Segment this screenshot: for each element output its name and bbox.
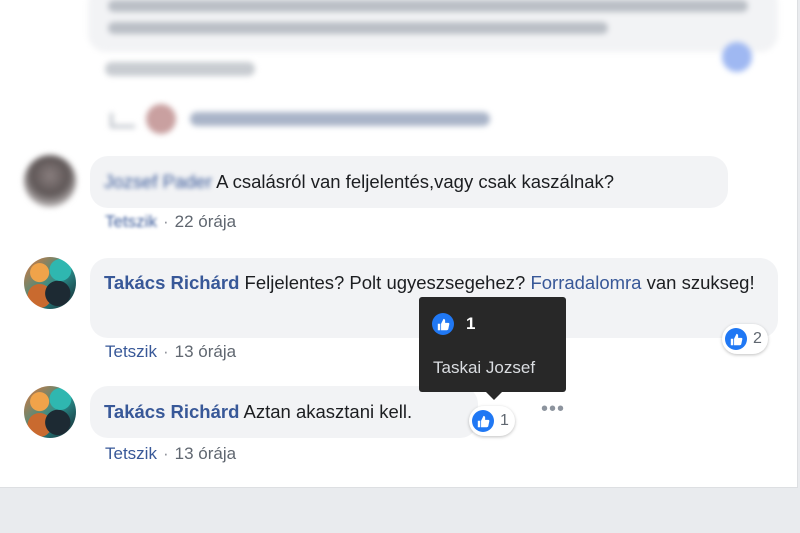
reaction-count-badge[interactable]: 1	[469, 406, 515, 436]
thumbs-up-icon	[725, 328, 747, 350]
comment-author[interactable]: Takács Richárd	[104, 401, 239, 422]
comment-bubble: Takács Richárd Aztan akasztani kell.	[90, 386, 478, 438]
previous-comment-meta	[105, 62, 255, 76]
comment-link[interactable]: Forradalomra	[530, 272, 641, 293]
more-options-icon[interactable]: •••	[541, 398, 565, 421]
comment-bubble: Jozsef Pader A csalásról van feljelentés…	[90, 156, 728, 208]
previous-replies-link	[110, 104, 490, 134]
tooltip-header: 1	[432, 313, 475, 335]
thumbs-up-icon	[472, 410, 494, 432]
comment-text-continued: van szukseg!	[646, 272, 755, 293]
reaction-count: 2	[753, 330, 762, 347]
previous-comment-bubble	[88, 0, 778, 52]
comment-text: Aztan akasztani kell.	[243, 401, 413, 422]
thumbs-up-icon	[432, 313, 454, 335]
comment-time[interactable]: 13 órája	[175, 444, 236, 463]
reaction-count: 1	[500, 412, 509, 429]
comment-author[interactable]: Takács Richárd	[104, 272, 239, 293]
reaction-count-badge[interactable]: 2	[722, 324, 768, 354]
avatar[interactable]	[24, 386, 76, 438]
comment-meta: Tetszik · 22 órája	[105, 212, 237, 232]
tooltip-caret	[486, 392, 502, 400]
reply-arrow-icon	[110, 113, 135, 128]
reply-avatar	[146, 104, 176, 134]
comment-meta: Tetszik · 13 órája	[105, 342, 237, 361]
reactions-tooltip: 1 Taskai Jozsef	[419, 297, 566, 400]
tooltip-reactor-name: Taskai Jozsef	[433, 358, 536, 377]
comments-card: Jozsef Pader A csalásról van feljelentés…	[0, 0, 798, 488]
comment-author[interactable]: Jozsef Pader	[104, 169, 212, 195]
previous-like-icon	[722, 42, 752, 72]
comment-text: Feljelentes? Polt ugyeszsegehez?	[244, 272, 526, 293]
comment-time[interactable]: 22 órája	[175, 212, 236, 231]
tooltip-count: 1	[466, 314, 476, 333]
avatar[interactable]	[24, 155, 76, 207]
like-link[interactable]: Tetszik	[105, 444, 157, 463]
avatar[interactable]	[24, 257, 76, 309]
like-link[interactable]: Tetszik	[105, 342, 157, 361]
comment-time[interactable]: 13 órája	[175, 342, 236, 361]
comment-meta: Tetszik · 13 órája	[105, 444, 237, 463]
like-link[interactable]: Tetszik	[105, 212, 157, 232]
comment-text: A csalásról van feljelentés,vagy csak ka…	[216, 171, 615, 192]
